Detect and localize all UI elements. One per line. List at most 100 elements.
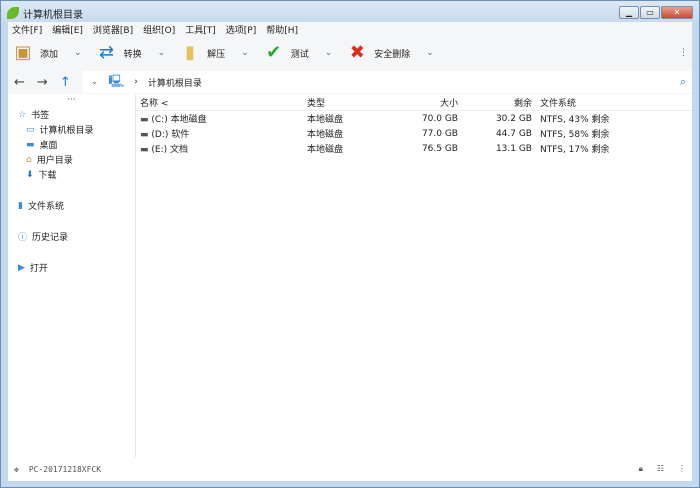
column-free[interactable]: 剩余: [458, 96, 532, 109]
toolbar: ▣ 添加 ⌄ ⇄ 转换 ⌄ ▮ 解压 ⌄ ✔ 测试 ⌄ ✖ 安全删除 ⌄ ⋮: [8, 36, 692, 70]
sidebar-bookmarks[interactable]: ☆ 书签: [8, 107, 135, 122]
breadcrumb[interactable]: 计算机根目录: [148, 76, 202, 89]
drive-size: 76.5 GB: [421, 143, 458, 154]
chevron-down-icon[interactable]: ⌄: [241, 48, 249, 58]
move-icon[interactable]: ✥: [14, 465, 19, 474]
status-bar: ✥ PC-20171218XFCK 🔒︎ ☷ ⋮: [8, 457, 692, 481]
drive-free: 30.2 GB: [495, 113, 532, 124]
drive-free: 13.1 GB: [495, 143, 532, 154]
download-icon: ⬇: [26, 169, 34, 180]
computer-icon: 🖳: [108, 73, 125, 88]
view-mode-icon[interactable]: ☷: [657, 464, 664, 474]
bookmarks-label: 书签: [31, 111, 50, 121]
sidebar-item-user[interactable]: ⌂ 用户目录: [8, 152, 135, 167]
drive-type: 本地磁盘: [307, 115, 344, 125]
test-button[interactable]: ✔ 测试 ⌄: [263, 42, 339, 64]
chevron-down-icon[interactable]: ⌄: [426, 48, 434, 58]
add-label: 添加: [40, 49, 59, 60]
drive-icon: ▬: [140, 130, 152, 140]
drive-icon: ▬: [140, 115, 152, 125]
add-button[interactable]: ▣ 添加 ⌄: [12, 42, 88, 64]
minimize-button[interactable]: ▁: [619, 6, 639, 19]
more-icon[interactable]: ···: [8, 95, 135, 107]
drive-name: (D:) 软件: [151, 130, 190, 140]
app-window: 计算机根目录 ▁ ▭ ✕ 文件[F] 编辑[E] 浏览器[B] 组织[O] 工具[T] 选项[…: [0, 0, 700, 488]
sidebar-history[interactable]: ⓘ 历史记录: [8, 229, 135, 244]
column-filesystem[interactable]: 文件系统: [532, 96, 576, 109]
menu-organize[interactable]: 组织[O]: [143, 23, 175, 36]
drive-icon: ▬: [140, 145, 152, 155]
add-archive-icon: ▣: [14, 42, 32, 63]
sidebar-item-computer[interactable]: ▭ 计算机根目录: [8, 122, 135, 137]
convert-icon: ⇄: [99, 42, 115, 63]
convert-label: 转换: [123, 49, 142, 60]
forward-button[interactable]: →: [37, 75, 48, 90]
chevron-down-icon[interactable]: ⌄: [325, 48, 333, 58]
drive-free: 44.7 GB: [495, 128, 532, 139]
sidebar: ··· ☆ 书签 ▭ 计算机根目录 ▬ 桌面 ⌂ 用户目录 ⬇ 下载 ▮ 文件系统 ⓘ 历史记…: [8, 95, 136, 457]
star-icon: ☆: [18, 109, 27, 120]
close-button[interactable]: ✕: [661, 6, 693, 19]
filesystem-label: 文件系统: [27, 202, 64, 212]
path-field[interactable]: ⌄ 🖳 › 计算机根目录 ⌕: [82, 71, 692, 93]
drive-filesystem: NTFS, 17% 剩余: [540, 145, 610, 155]
open-label: 打开: [29, 264, 48, 274]
check-icon: ✔: [266, 42, 282, 63]
table-row[interactable]: ▬ (E:) 文档 本地磁盘 76.5 GB 13.1 GB NTFS, 17% 剩余: [136, 141, 692, 156]
menu-tools[interactable]: 工具[T]: [185, 23, 216, 36]
menu-file[interactable]: 文件[F]: [12, 23, 42, 36]
item-label: 桌面: [39, 141, 58, 151]
menu-edit[interactable]: 编辑[E]: [52, 23, 83, 36]
chevron-down-icon[interactable]: ⌄: [74, 48, 82, 58]
column-type[interactable]: 类型: [307, 96, 387, 109]
secure-delete-button[interactable]: ✖ 安全删除 ⌄: [346, 42, 440, 64]
desktop-icon: ▬: [26, 139, 35, 150]
column-name[interactable]: 名称 <: [136, 96, 307, 109]
chevron-down-icon[interactable]: ⌄: [158, 48, 166, 58]
back-button[interactable]: ←: [14, 75, 25, 90]
lock-icon[interactable]: 🔒︎: [639, 464, 643, 474]
delete-x-icon: ✖: [349, 42, 365, 63]
convert-button[interactable]: ⇄ 转换 ⌄: [96, 42, 172, 64]
more-icon[interactable]: ⋮: [678, 464, 686, 474]
menu-browser[interactable]: 浏览器[B]: [93, 23, 133, 36]
secure-delete-label: 安全删除: [374, 49, 411, 60]
sidebar-filesystem[interactable]: ▮ 文件系统: [8, 198, 135, 213]
menu-bar: 文件[F] 编辑[E] 浏览器[B] 组织[O] 工具[T] 选项[P] 帮助[H]: [8, 22, 692, 36]
more-options-icon[interactable]: ⋮: [679, 48, 688, 58]
sidebar-item-desktop[interactable]: ▬ 桌面: [8, 137, 135, 152]
table-row[interactable]: ▬ (D:) 软件 本地磁盘 77.0 GB 44.7 GB NTFS, 58% 剩余: [136, 126, 692, 141]
extract-button[interactable]: ▮ 解压 ⌄: [179, 42, 255, 64]
computer-icon: ▭: [26, 124, 35, 135]
app-logo-icon: [7, 7, 19, 19]
menu-help[interactable]: 帮助[H]: [266, 23, 298, 36]
history-icon: ⓘ: [18, 233, 28, 243]
maximize-button[interactable]: ▭: [640, 6, 660, 19]
extract-icon: ▮: [185, 42, 196, 63]
menu-options[interactable]: 选项[P]: [226, 23, 256, 36]
address-bar: ← → ↑ ⌄ 🖳 › 计算机根目录 ⌕: [8, 70, 692, 94]
search-icon[interactable]: ⌕: [680, 75, 686, 89]
drive-type: 本地磁盘: [307, 145, 344, 155]
computer-name: PC-20171218XFCK: [28, 464, 102, 474]
window-title: 计算机根目录: [23, 9, 83, 21]
filesystem-icon: ▮: [18, 200, 23, 211]
home-icon: ⌂: [26, 154, 32, 165]
test-label: 测试: [290, 49, 309, 60]
table-row[interactable]: ▬ (C:) 本地磁盘 本地磁盘 70.0 GB 30.2 GB NTFS, 43% 剩…: [136, 111, 692, 126]
item-label: 下载: [38, 171, 57, 181]
column-size[interactable]: 大小: [387, 96, 458, 109]
drive-size: 77.0 GB: [421, 128, 458, 139]
chevron-down-icon[interactable]: ⌄: [91, 77, 99, 87]
file-list: 名称 < 类型 大小 剩余 文件系统 ▬ (C:) 本地磁盘 本地磁盘 70.0 GB 30.…: [136, 95, 692, 457]
sidebar-item-downloads[interactable]: ⬇ 下载: [8, 167, 135, 182]
drive-size: 70.0 GB: [421, 113, 458, 124]
table-header: 名称 < 类型 大小 剩余 文件系统: [136, 95, 692, 111]
up-button[interactable]: ↑: [60, 75, 71, 90]
sidebar-open[interactable]: ▶ 打开: [8, 260, 135, 275]
item-label: 用户目录: [36, 156, 73, 166]
drive-filesystem: NTFS, 43% 剩余: [540, 115, 610, 125]
extract-label: 解压: [207, 49, 226, 60]
history-label: 历史记录: [32, 233, 69, 243]
drive-filesystem: NTFS, 58% 剩余: [540, 130, 610, 140]
